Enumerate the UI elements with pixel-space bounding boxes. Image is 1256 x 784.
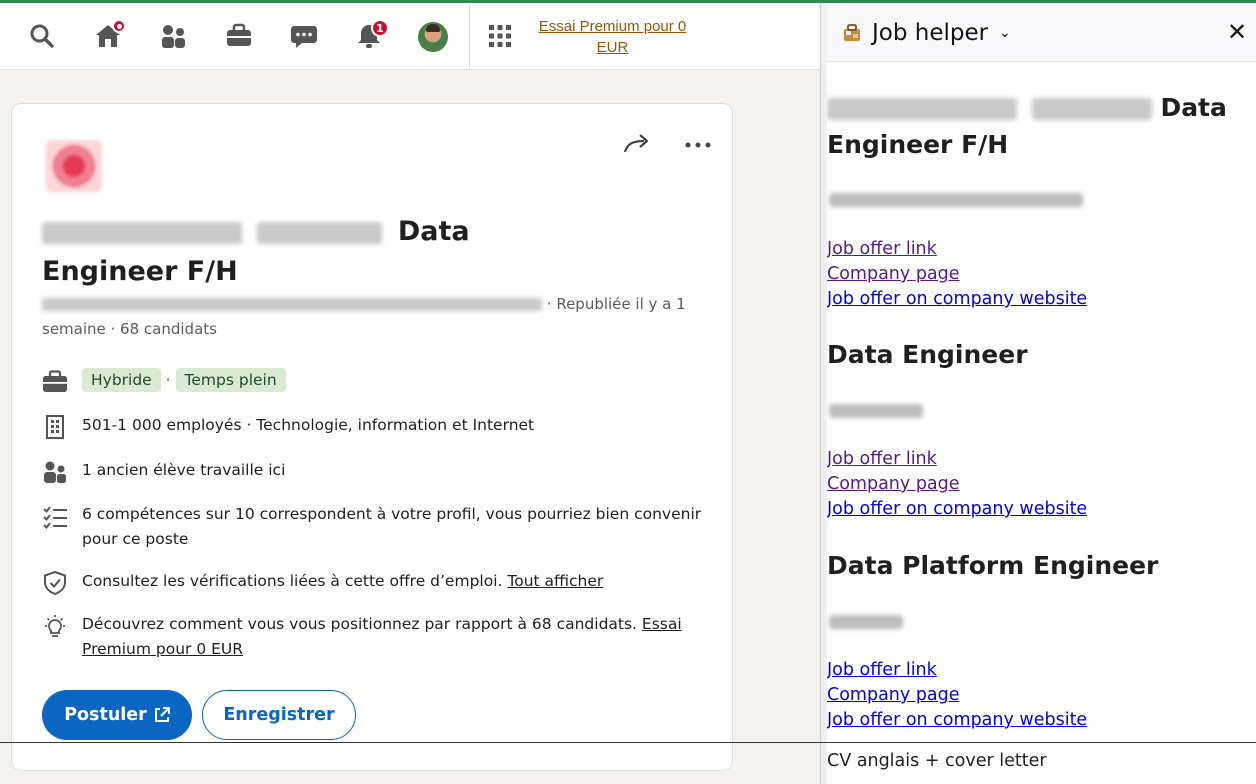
employment-type-tag: Temps plein [175,368,286,392]
sidebar-footer-note: CV anglais + cover letter [827,751,1047,771]
messaging-icon[interactable] [289,21,319,51]
helper-job-title-2: Data Engineer [827,340,1028,369]
alumni-text: 1 ancien élève travaille ici [82,461,286,479]
premium-insight-text: Découvrez comment vous vous positionnez … [82,615,637,633]
redacted-company-location [42,298,542,311]
jobs-briefcase-icon[interactable] [224,21,254,51]
redacted-company-2 [829,404,923,418]
home-icon[interactable] [93,19,126,51]
more-options-icon[interactable] [683,130,713,160]
see-all-verifications-link[interactable]: Tout afficher [507,572,603,590]
job-detail-card: Data Engineer F/H · Republiée il y a 1 s… [11,103,733,771]
profile-avatar[interactable] [418,22,448,52]
redacted-location [1031,98,1152,120]
job-title-line2: Engineer F/H [42,256,238,287]
company-website-link-2[interactable]: Job offer on company website [827,497,1087,522]
company-page-link-1[interactable]: Company page [827,262,960,287]
job-offer-link-3[interactable]: Job offer link [827,658,937,683]
redacted-company-name [827,98,1017,120]
home-notification-badge [112,19,126,33]
sidebar-header: Job helper ⌄ ✕ [827,3,1256,62]
save-button[interactable]: Enregistrer [202,690,356,740]
redacted-company-name [42,221,242,244]
redacted-company-1 [829,193,1083,207]
job-page: 1 Essai Premium pour 0 EUR Data Engineer… [0,3,820,784]
company-website-link-3[interactable]: Job offer on company website [827,708,1087,733]
share-icon[interactable] [622,130,652,160]
shield-check-icon [42,570,68,596]
job-meta: · Republiée il y a 1 semaine · 68 candid… [42,292,702,342]
people-icon [42,460,68,484]
tag-separator: · [165,371,171,389]
apply-button[interactable]: Postuler [42,690,192,740]
save-label: Enregistrer [223,705,335,725]
helper-job-title-1: Data Engineer F/H [827,89,1252,163]
sidebar-title[interactable]: Job helper [872,20,988,46]
helper-job-title-1-line2: Engineer F/H [827,130,1009,159]
redacted-location [257,221,383,244]
checklist-icon [42,504,68,530]
helper-job-title-3: Data Platform Engineer [827,551,1159,580]
job-title-suffix: Data [397,216,470,247]
apps-grid-icon[interactable] [485,21,515,51]
extension-icon [842,23,862,47]
company-page-link-3[interactable]: Company page [827,683,960,708]
lightbulb-icon [42,614,68,638]
close-icon[interactable]: ✕ [1227,19,1247,45]
company-logo [46,140,102,192]
company-website-link-1[interactable]: Job offer on company website [827,287,1087,312]
redacted-company-3 [829,615,903,629]
apply-label: Postuler [64,705,147,725]
search-icon[interactable] [27,21,57,51]
briefcase-icon [42,370,68,394]
external-link-icon [154,707,170,723]
notifications-bell-icon[interactable]: 1 [354,19,389,51]
helper-job-title-1-tail: Data [1160,93,1227,122]
chevron-down-icon[interactable]: ⌄ [999,25,1011,41]
workplace-tag: Hybride [82,368,161,392]
premium-trial-link[interactable]: Essai Premium pour 0 EUR [530,16,695,58]
sidebar-splitter[interactable] [820,3,827,784]
job-helper-sidebar: Job helper ⌄ ✕ Data Engineer F/H Job off… [827,3,1256,784]
nav-divider [469,3,470,70]
company-page-link-2[interactable]: Company page [827,472,960,497]
job-title: Data Engineer F/H [42,212,512,292]
job-offer-link-2[interactable]: Job offer link [827,447,937,472]
top-nav: 1 Essai Premium pour 0 EUR [0,3,820,70]
bottom-divider [0,742,1256,743]
skills-text: 6 compétences sur 10 correspondent à vot… [82,505,702,548]
network-icon[interactable] [159,21,189,51]
job-offer-link-1[interactable]: Job offer link [827,237,937,262]
verifications-text: Consultez les vérifications liées à cett… [82,572,503,590]
building-icon [42,415,68,439]
company-info-text: 501-1 000 employés · Technologie, inform… [82,416,535,434]
notifications-count-badge: 1 [371,19,389,37]
